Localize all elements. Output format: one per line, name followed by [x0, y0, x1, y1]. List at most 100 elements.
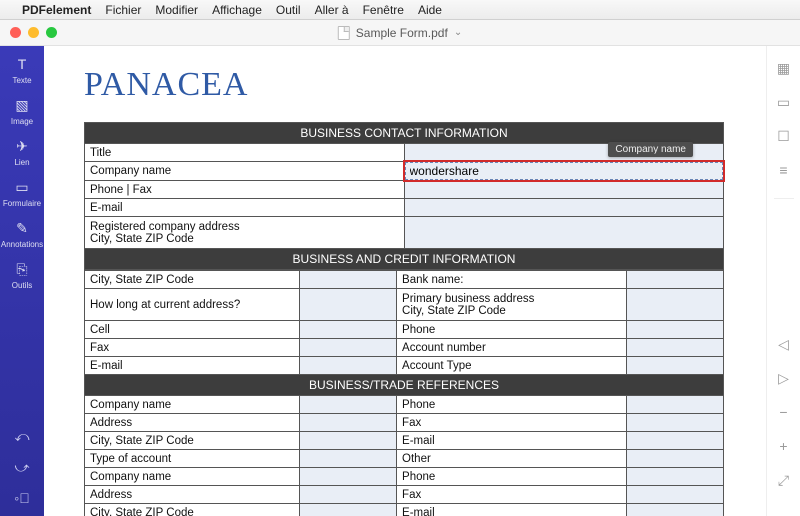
s2-l4: E-mail: [85, 357, 300, 375]
prev-page-icon[interactable]: ◁: [776, 336, 792, 352]
s2-rv0[interactable]: [627, 271, 724, 289]
tool-annotations[interactable]: ✎ Annotations: [1, 218, 43, 249]
menu-tool[interactable]: Outil: [276, 3, 301, 17]
s3-lv4[interactable]: [300, 468, 397, 486]
s2-rv3[interactable]: [627, 339, 724, 357]
section3-header: BUSINESS/TRADE REFERENCES: [85, 375, 724, 396]
s3-lv0[interactable]: [300, 396, 397, 414]
s2-l3: Fax: [85, 339, 300, 357]
field-company-label: Company name: [85, 162, 405, 181]
annotations-icon: ✎: [12, 218, 32, 238]
minimize-button[interactable]: [28, 27, 39, 38]
next-page-icon[interactable]: ▷: [776, 370, 792, 386]
s3-lv5[interactable]: [300, 486, 397, 504]
redo-button[interactable]: ⤻: [15, 459, 30, 476]
tool-tools[interactable]: ⎘ Outils: [12, 259, 32, 290]
s2-rv1[interactable]: [627, 289, 724, 321]
tool-form[interactable]: ▭ Formulaire: [3, 177, 41, 208]
tools-icon: ⎘: [12, 259, 32, 279]
tool-tools-label: Outils: [12, 281, 32, 290]
s3-l6: City, State ZIP Code: [85, 504, 300, 516]
list-icon[interactable]: ≡: [776, 162, 792, 178]
zoom-out-icon[interactable]: −: [776, 404, 792, 420]
grid-view-icon[interactable]: ▦: [776, 60, 792, 76]
tool-text-label: Texte: [12, 76, 31, 85]
field-phonefax-label: Phone | Fax: [85, 181, 405, 199]
s2-l0: City, State ZIP Code: [85, 271, 300, 289]
s3-r6: E-mail: [397, 504, 627, 516]
zoom-in-icon[interactable]: +: [776, 438, 792, 454]
s2-lv2[interactable]: [300, 321, 397, 339]
tool-text[interactable]: T Texte: [12, 54, 32, 85]
s3-r5: Fax: [397, 486, 627, 504]
menu-help[interactable]: Aide: [418, 3, 442, 17]
s3-rv5[interactable]: [627, 486, 724, 504]
s3-l3: Type of account: [85, 450, 300, 468]
tool-link[interactable]: ✈ Lien: [12, 136, 32, 167]
undo-button[interactable]: ⤺: [15, 428, 30, 445]
chevron-down-icon[interactable]: ⌄: [454, 27, 462, 38]
s3-l0: Company name: [85, 396, 300, 414]
field-company-input[interactable]: [405, 162, 724, 180]
traffic-lights: [10, 27, 57, 38]
s3-lv1[interactable]: [300, 414, 397, 432]
maximize-button[interactable]: [46, 27, 57, 38]
menu-file[interactable]: Fichier: [105, 3, 141, 17]
menu-edit[interactable]: Modifier: [155, 3, 198, 17]
tool-form-label: Formulaire: [3, 199, 41, 208]
field-email-value[interactable]: [404, 199, 724, 217]
tool-link-label: Lien: [14, 158, 29, 167]
image-icon: ▧: [12, 95, 32, 115]
app-menu[interactable]: PDFelement: [22, 3, 91, 17]
section2-header: BUSINESS AND CREDIT INFORMATION: [85, 249, 724, 270]
document-title[interactable]: Sample Form.pdf ⌄: [338, 26, 462, 40]
s3-lv2[interactable]: [300, 432, 397, 450]
s3-rv4[interactable]: [627, 468, 724, 486]
s3-lv3[interactable]: [300, 450, 397, 468]
field-email-label: E-mail: [85, 199, 405, 217]
form-icon: ▭: [12, 177, 32, 197]
link-icon: ✈: [12, 136, 32, 156]
fit-screen-icon[interactable]: ⤢: [776, 472, 792, 488]
s2-lv3[interactable]: [300, 339, 397, 357]
s3-r4: Phone: [397, 468, 627, 486]
s3-l2: City, State ZIP Code: [85, 432, 300, 450]
document-canvas[interactable]: PANACEA BUSINESS CONTACT INFORMATION Tit…: [44, 46, 766, 516]
s3-rv0[interactable]: [627, 396, 724, 414]
right-toolbar: ▦ ▭ ☐ ≡ ◁ ▷ − + ⤢: [766, 46, 800, 516]
close-button[interactable]: [10, 27, 21, 38]
s2-lv0[interactable]: [300, 271, 397, 289]
s3-rv6[interactable]: [627, 504, 724, 516]
s2-lv4[interactable]: [300, 357, 397, 375]
field-phonefax-value[interactable]: [404, 181, 724, 199]
s3-rv1[interactable]: [627, 414, 724, 432]
section1-header: BUSINESS CONTACT INFORMATION: [85, 123, 724, 144]
field-title-label: Title: [85, 144, 405, 162]
s3-l1: Address: [85, 414, 300, 432]
s2-rv4[interactable]: [627, 357, 724, 375]
s2-r2: Phone: [397, 321, 627, 339]
text-icon: T: [12, 54, 32, 74]
field-regaddr-label: Registered company address City, State Z…: [85, 217, 405, 249]
tool-image-label: Image: [11, 117, 33, 126]
menu-window[interactable]: Fenêtre: [363, 3, 404, 17]
s3-lv6[interactable]: [300, 504, 397, 516]
s2-l2: Cell: [85, 321, 300, 339]
menu-view[interactable]: Affichage: [212, 3, 262, 17]
s2-rv2[interactable]: [627, 321, 724, 339]
s3-r2: E-mail: [397, 432, 627, 450]
page-icon[interactable]: ▭: [776, 94, 792, 110]
s3-rv3[interactable]: [627, 450, 724, 468]
tool-annotations-label: Annotations: [1, 240, 43, 249]
section-contact-info: BUSINESS CONTACT INFORMATION Title Compa…: [84, 122, 724, 270]
s2-lv1[interactable]: [300, 289, 397, 321]
s3-r1: Fax: [397, 414, 627, 432]
bookmark-icon[interactable]: ☐: [776, 128, 792, 144]
s3-r0: Phone: [397, 396, 627, 414]
field-regaddr-value[interactable]: [404, 217, 724, 249]
s3-rv2[interactable]: [627, 432, 724, 450]
section-credit-info: City, State ZIP Code Bank name: How long…: [84, 270, 724, 516]
menu-goto[interactable]: Aller à: [315, 3, 349, 17]
tool-image[interactable]: ▧ Image: [11, 95, 33, 126]
user-button[interactable]: ◦⃝: [14, 490, 29, 506]
